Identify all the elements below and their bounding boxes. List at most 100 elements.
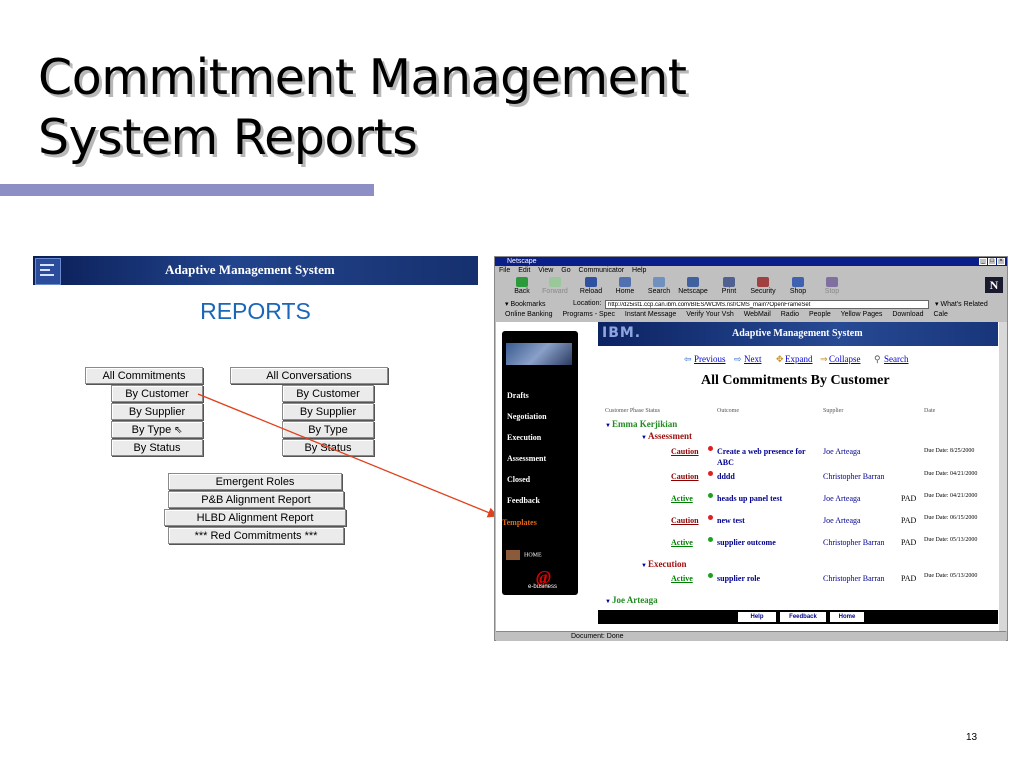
column-header-date: Date [924,408,936,414]
previous-link[interactable]: Previous [694,354,726,364]
sidebar-item-execution[interactable]: Execution [507,433,541,442]
sidebar-item-negotiation[interactable]: Negotiation [507,412,547,421]
back-label: Back [514,288,530,295]
collapse-triangle-icon: ▼ [641,435,647,441]
feedback-button[interactable]: Feedback [780,612,826,622]
status-link[interactable]: Caution [671,447,699,456]
security-button[interactable]: Security [746,275,780,295]
phase-group[interactable]: ▼Assessment [641,431,692,441]
status-dot-icon [708,573,713,578]
page-number: 13 [966,732,978,743]
collapse-icon: ⇒ [820,354,828,364]
forward-button[interactable]: Forward [538,275,572,295]
expand-link[interactable]: Expand [785,354,813,364]
bookmark-programs-spec[interactable]: Programs - Spec [562,311,615,318]
stop-button[interactable]: Stop [815,275,849,295]
phase-group[interactable]: ▼Execution [641,559,686,569]
bookmark-webmail[interactable]: WebMail [744,311,771,318]
conversations-by-supplier-button[interactable]: By Supplier [282,403,374,420]
menu-view[interactable]: View [538,267,553,274]
bookmark-people[interactable]: People [809,311,831,318]
home-button[interactable]: Home [608,275,642,295]
collapse-link[interactable]: Collapse [829,354,861,364]
search-button[interactable]: Search [642,275,676,295]
outcome-link[interactable]: supplier role [717,573,817,584]
due-date: Due Date: 04/21/2000 [924,471,978,477]
shop-button[interactable]: Shop [781,275,815,295]
commitments-by-supplier-button[interactable]: By Supplier [111,403,203,420]
outcome-link[interactable]: heads up panel test [717,493,817,504]
bookmark-verify[interactable]: Verify Your Vsh [686,311,733,318]
customer-group[interactable]: ▼Emma Kerjikian [605,419,677,429]
red-commitments-button[interactable]: *** Red Commitments *** [168,527,344,544]
bookmark-radio[interactable]: Radio [781,311,799,318]
netscape-logo-icon: N [985,277,1003,293]
whats-related-button[interactable]: ▾ What's Related [935,300,988,308]
menu-help[interactable]: Help [632,267,646,274]
all-conversations-button[interactable]: All Conversations [230,367,388,384]
print-button[interactable]: Print [712,275,746,295]
commitments-by-type-button[interactable]: By Type ⇖ [111,421,203,438]
conversations-by-status-button[interactable]: By Status [282,439,374,456]
hlbd-alignment-report-button[interactable]: HLBD Alignment Report [164,509,346,526]
emergent-roles-button[interactable]: Emergent Roles [168,473,342,490]
back-button[interactable]: Back [505,275,539,295]
stop-icon [826,277,838,287]
sidebar-item-drafts[interactable]: Drafts [507,391,529,400]
previous-arrow-icon: ⇦ [684,354,692,364]
status-link[interactable]: Caution [671,516,699,525]
status-link[interactable]: Active [671,574,693,583]
supplier-name: Christopher Barran [823,472,885,481]
bottom-home-button[interactable]: Home [830,612,864,622]
bookmarks-button[interactable]: ▾ Bookmarks [505,300,545,308]
pb-alignment-report-button[interactable]: P&B Alignment Report [168,491,344,508]
menu-go[interactable]: Go [561,267,570,274]
search-link[interactable]: Search [884,354,909,364]
outcome-link[interactable]: Create a web presence for ABC [717,446,817,468]
menu-edit[interactable]: Edit [518,267,530,274]
home-image-icon [506,550,520,560]
sidebar-item-templates[interactable]: Templates [502,518,537,527]
bookmark-download[interactable]: Download [892,311,923,318]
next-link[interactable]: Next [744,354,762,364]
menu-communicator[interactable]: Communicator [579,267,625,274]
help-button[interactable]: Help [738,612,776,622]
bookmark-online-banking[interactable]: Online Banking [505,311,552,318]
maximize-button[interactable]: □ [988,258,996,265]
vertical-scrollbar[interactable] [999,322,1007,631]
title-underline-bar [0,184,374,196]
close-button[interactable]: × [997,258,1005,265]
menu-file[interactable]: File [499,267,510,274]
outcome-link[interactable]: dddd [717,471,817,482]
outcome-link[interactable]: supplier outcome [717,537,817,548]
reload-button[interactable]: Reload [574,275,608,295]
status-link[interactable]: Active [671,494,693,503]
netscape-button[interactable]: Netscape [676,275,710,295]
status-link[interactable]: Caution [671,472,699,481]
conversations-by-customer-button[interactable]: By Customer [282,385,374,402]
status-text: Document: Done [571,633,624,640]
minimize-button[interactable]: _ [979,258,987,265]
report-title: All Commitments By Customer [701,373,890,388]
sidebar-item-feedback[interactable]: Feedback [507,496,540,505]
customer-group[interactable]: ▼Joe Arteaga [605,595,658,605]
sidebar-item-assessment[interactable]: Assessment [507,454,546,463]
reports-header-title: Adaptive Management System [165,262,335,277]
status-link[interactable]: Active [671,538,693,547]
reports-panel: Adaptive Management System REPORTS All C… [33,256,478,556]
commitments-by-status-button[interactable]: By Status [111,439,203,456]
bookmark-instant-message[interactable]: Instant Message [625,311,676,318]
outcome-link[interactable]: new test [717,515,817,526]
sidebar-home-link[interactable]: HOME [506,550,542,560]
bookmark-yellow-pages[interactable]: Yellow Pages [841,311,883,318]
conversations-by-type-button[interactable]: By Type [282,421,374,438]
url-input[interactable] [605,300,929,309]
sidebar-item-closed[interactable]: Closed [507,475,530,484]
all-commitments-button[interactable]: All Commitments [85,367,203,384]
browser-title: Netscape [507,258,537,265]
pad-label: PAD [901,516,917,525]
commitments-by-customer-button[interactable]: By Customer [111,385,203,402]
lock-icon [757,277,769,287]
bookmark-calendar[interactable]: Cale [933,311,947,318]
customer-name: Joe Arteaga [611,595,658,605]
